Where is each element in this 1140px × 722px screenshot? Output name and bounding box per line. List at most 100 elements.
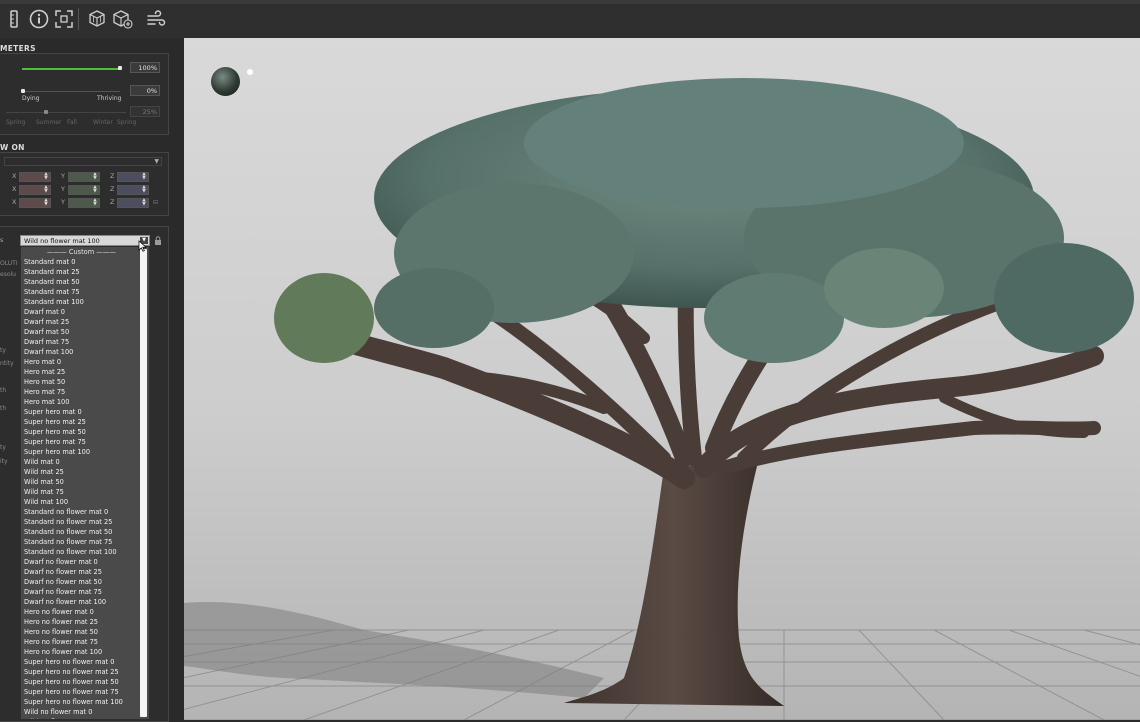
preset-list-item[interactable]: Dwarf mat 100 xyxy=(21,347,139,357)
season-value[interactable]: 25% xyxy=(130,106,160,117)
preset-list-item[interactable]: Super hero no flower mat 50 xyxy=(21,677,139,687)
preset-list-item[interactable]: Dwarf no flower mat 0 xyxy=(21,557,139,567)
preset-list-item[interactable]: Hero mat 25 xyxy=(21,367,139,377)
light-position-dot[interactable] xyxy=(247,69,253,75)
axis-z-label: Z xyxy=(110,185,115,193)
rotation-y-spinner[interactable]: ▲ ▼ xyxy=(68,185,100,195)
tree-render xyxy=(184,78,1140,720)
info-icon[interactable] xyxy=(27,7,51,31)
preset-list-item[interactable]: Hero no flower mat 75 xyxy=(21,637,139,647)
chevron-down-icon: ▼ xyxy=(154,158,159,165)
preset-list-item[interactable]: Super hero mat 0 xyxy=(21,407,139,417)
focus-frame-icon[interactable] xyxy=(52,7,76,31)
preset-list-item[interactable]: Standard no flower mat 75 xyxy=(21,537,139,547)
scale-x-spinner[interactable]: ▲ ▼ xyxy=(19,198,51,208)
health-slider-fill xyxy=(22,67,120,70)
property-label: ty xyxy=(0,347,6,354)
season-slider-track[interactable] xyxy=(6,112,126,113)
preset-list-item[interactable]: Standard no flower mat 0 xyxy=(21,507,139,517)
preset-list-item[interactable]: Wild mat 25 xyxy=(21,467,139,477)
list-scrollbar[interactable] xyxy=(140,249,147,717)
preset-list-item[interactable]: Hero no flower mat 50 xyxy=(21,627,139,637)
preset-list-item[interactable]: Super hero no flower mat 75 xyxy=(21,687,139,697)
property-label: th xyxy=(0,405,7,412)
preset-list-item[interactable]: Wild mat 75 xyxy=(21,487,139,497)
preset-list-item[interactable]: Hero no flower mat 0 xyxy=(21,607,139,617)
health-value[interactable]: 100% xyxy=(130,62,160,73)
preset-list-item[interactable]: Standard no flower mat 25 xyxy=(21,517,139,527)
preset-list-item[interactable]: Super hero mat 50 xyxy=(21,427,139,437)
preset-list-item[interactable]: Standard mat 100 xyxy=(21,297,139,307)
position-x-spinner[interactable]: ▲ ▼ xyxy=(19,172,51,182)
scale-z-spinner[interactable]: ▲ ▼ xyxy=(117,198,149,208)
season-slider-handle[interactable] xyxy=(44,110,48,114)
tree-canopy xyxy=(274,78,1134,363)
rotation-z-spinner[interactable]: ▲ ▼ xyxy=(117,185,149,195)
wind-icon[interactable] xyxy=(144,7,168,31)
link-icon[interactable]: ⊟ xyxy=(153,199,158,206)
preset-list-item[interactable]: Standard mat 75 xyxy=(21,287,139,297)
property-label: esolu xyxy=(0,271,16,278)
axis-x-label: X xyxy=(12,185,17,193)
scale-y-spinner[interactable]: ▲ ▼ xyxy=(68,198,100,208)
axis-z-label: Z xyxy=(110,198,115,206)
preset-list-item[interactable]: Wild mat 0 xyxy=(21,457,139,467)
tree-trunk xyxy=(564,458,784,706)
preset-list-item[interactable]: Super hero mat 100 xyxy=(21,447,139,457)
preset-list-item[interactable]: Dwarf mat 75 xyxy=(21,337,139,347)
parameters-group: 100% 0% Dying Thriving 25% Spring Summer… xyxy=(0,53,169,135)
property-label: ntity xyxy=(0,360,14,367)
position-z-spinner[interactable]: ▲ ▼ xyxy=(117,172,149,182)
preset-dropdown-list[interactable]: ——— Custom ——— Standard mat 0 Standard ma… xyxy=(20,246,150,720)
preset-list-item[interactable]: Dwarf no flower mat 50 xyxy=(21,577,139,587)
menu-strip xyxy=(0,0,1140,4)
preset-list-item[interactable]: Super hero no flower mat 0 xyxy=(21,657,139,667)
preset-select[interactable]: Wild no flower mat 100 ▼ xyxy=(20,235,150,246)
preset-list-item[interactable]: Standard mat 0 xyxy=(21,257,139,267)
preset-list-item[interactable]: Hero mat 50 xyxy=(21,377,139,387)
season-label-summer: Summer xyxy=(36,119,62,126)
preset-list-item[interactable]: Hero mat 0 xyxy=(21,357,139,367)
preset-list-item[interactable]: Dwarf mat 0 xyxy=(21,307,139,317)
preset-list-item[interactable]: Super hero mat 75 xyxy=(21,437,139,447)
preset-list-item[interactable]: Hero no flower mat 100 xyxy=(21,647,139,657)
preset-list-item[interactable]: Dwarf mat 50 xyxy=(21,327,139,337)
axis-y-label: Y xyxy=(61,198,65,206)
health-slider-handle[interactable] xyxy=(118,66,122,70)
preset-list-item[interactable]: Hero mat 75 xyxy=(21,387,139,397)
preset-list-item[interactable]: Standard no flower mat 100 xyxy=(21,547,139,557)
preset-list-item[interactable]: Standard mat 50 xyxy=(21,277,139,287)
preset-list-item[interactable]: Super hero no flower mat 25 xyxy=(21,667,139,677)
preset-list-item[interactable]: Wild no flower mat 0 xyxy=(21,707,139,717)
preset-list-item[interactable]: Super hero no flower mat 100 xyxy=(21,697,139,707)
position-y-spinner[interactable]: ▲ ▼ xyxy=(68,172,100,182)
transform-dropdown[interactable]: ▼ xyxy=(4,157,162,166)
preset-list-item[interactable]: Dwarf no flower mat 75 xyxy=(21,587,139,597)
preset-list-item[interactable]: Dwarf no flower mat 100 xyxy=(21,597,139,607)
preset-list-item[interactable]: Wild mat 100 xyxy=(21,497,139,507)
lock-icon[interactable] xyxy=(154,236,162,245)
cubes-icon[interactable] xyxy=(85,7,109,31)
property-label: OLUTI xyxy=(0,260,18,267)
vitality-value[interactable]: 0% xyxy=(130,85,160,96)
preset-list-item[interactable]: Wild mat 50 xyxy=(21,477,139,487)
light-preview-sphere[interactable] xyxy=(211,67,240,96)
preset-list-item[interactable]: Hero mat 100 xyxy=(21,397,139,407)
season-label-fall: Fall xyxy=(67,119,77,126)
preset-list-item[interactable]: Standard no flower mat 50 xyxy=(21,527,139,537)
ruler-icon[interactable] xyxy=(2,7,26,31)
cubes-add-icon[interactable] xyxy=(110,7,134,31)
vitality-slider-handle[interactable] xyxy=(21,89,25,93)
preset-list-item[interactable]: Hero no flower mat 25 xyxy=(21,617,139,627)
season-label-spring: Spring xyxy=(6,119,26,126)
preset-selected-value: Wild no flower mat 100 xyxy=(24,237,100,245)
preset-list-item[interactable]: Dwarf mat 25 xyxy=(21,317,139,327)
property-label: ty xyxy=(0,444,6,451)
rotation-x-spinner[interactable]: ▲ ▼ xyxy=(19,185,51,195)
preset-list-item[interactable]: Standard mat 25 xyxy=(21,267,139,277)
preset-list-item[interactable]: Dwarf no flower mat 25 xyxy=(21,567,139,577)
vitality-slider-track[interactable] xyxy=(22,91,120,92)
3d-viewport[interactable] xyxy=(184,38,1140,720)
season-label-spring-end: Spring xyxy=(117,119,137,126)
preset-list-item[interactable]: Super hero mat 25 xyxy=(21,417,139,427)
